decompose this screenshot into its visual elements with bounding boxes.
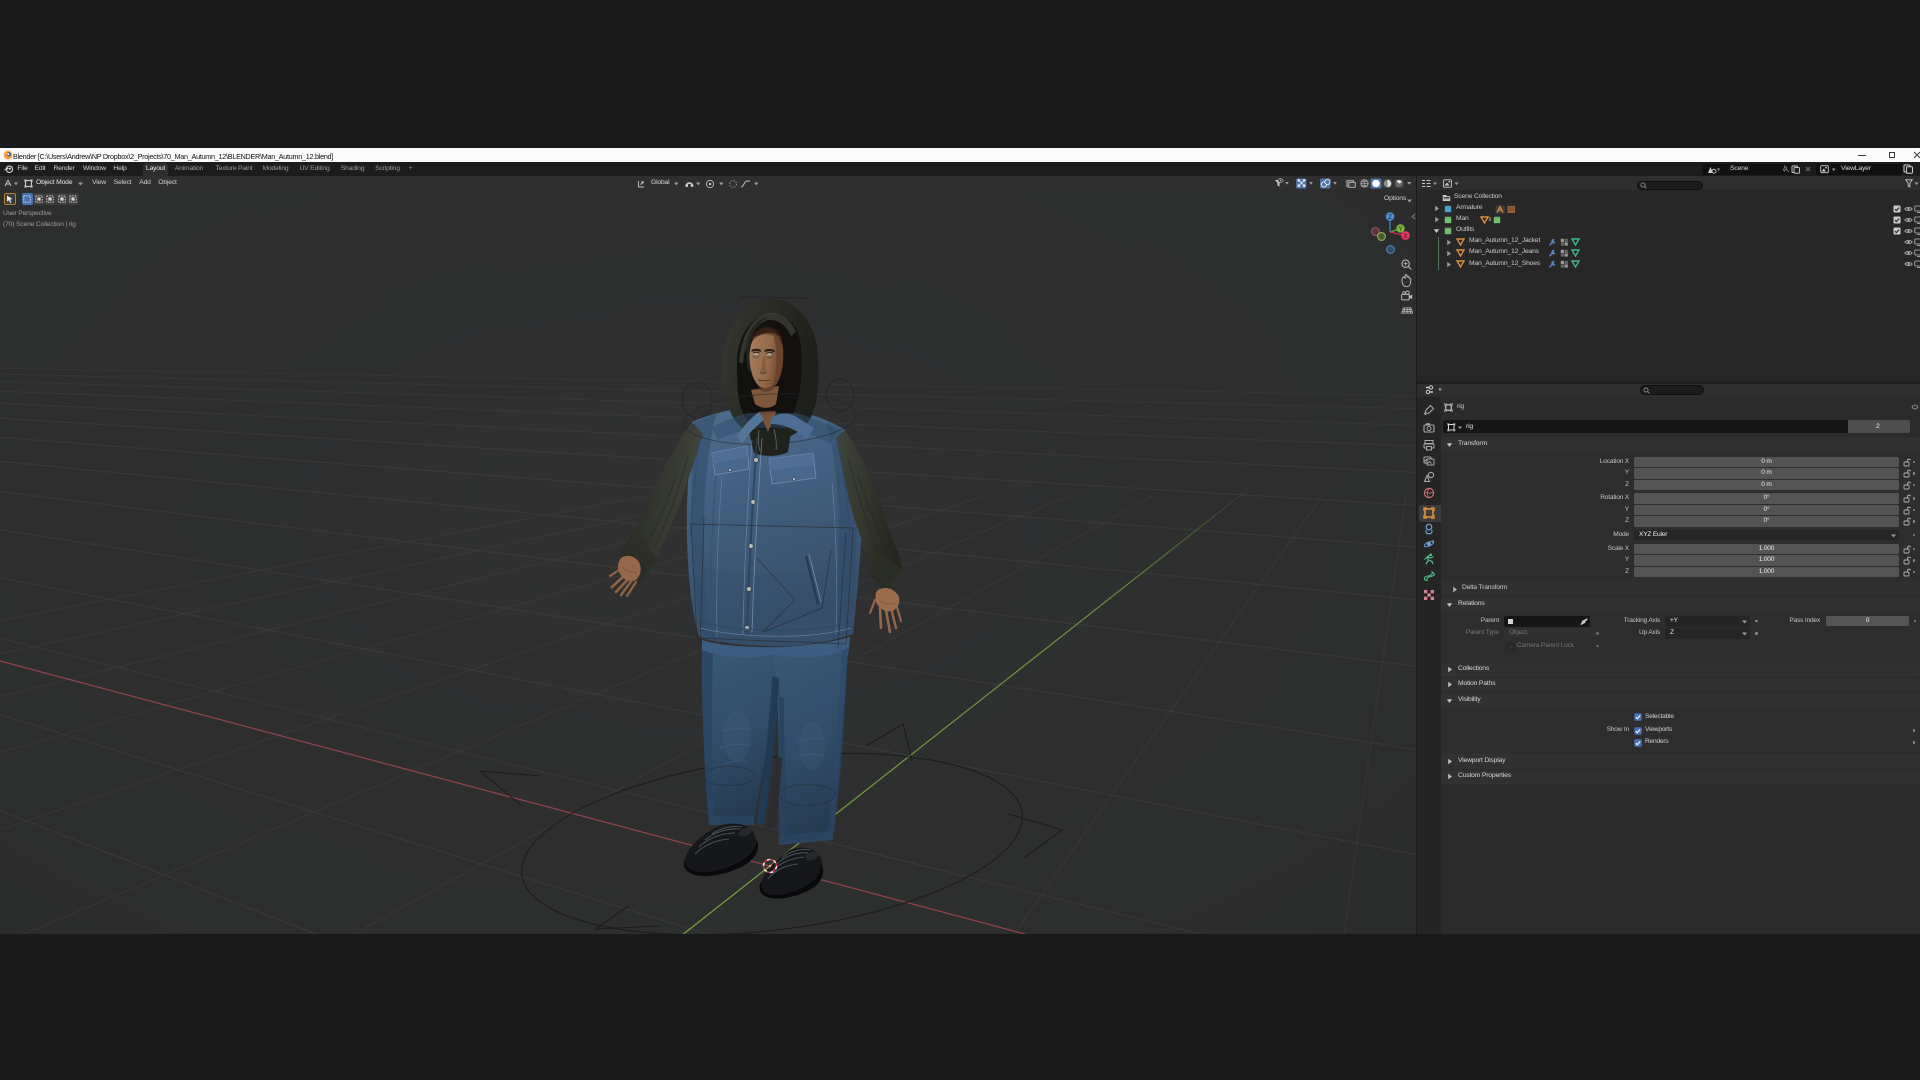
svg-text:Z: Z bbox=[1388, 214, 1392, 221]
svg-text:Y: Y bbox=[1398, 226, 1402, 233]
svg-text:X: X bbox=[1403, 233, 1407, 240]
